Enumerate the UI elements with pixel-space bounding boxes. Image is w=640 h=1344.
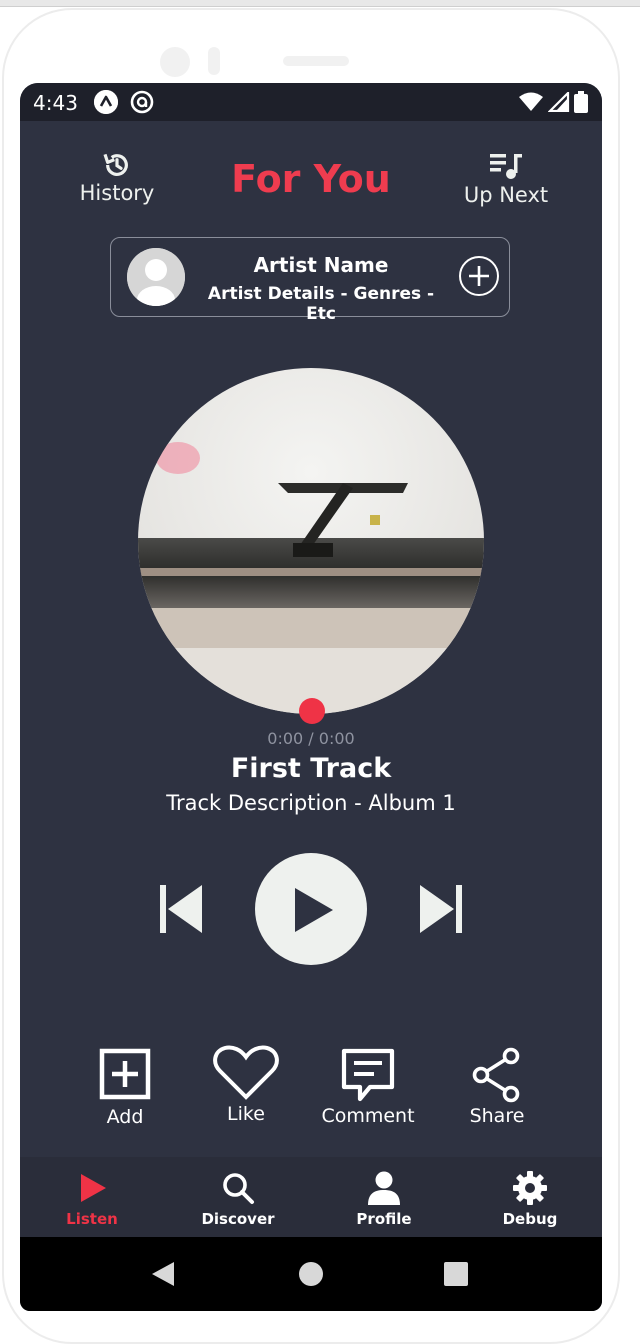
like-action[interactable]: Like [196,1045,296,1125]
skip-next-icon [420,885,462,933]
home-icon[interactable] [298,1261,324,1287]
signal-icon [548,92,570,112]
like-label: Like [227,1103,265,1125]
status-time: 4:43 [33,91,78,115]
nav-debug-label: Debug [502,1210,558,1228]
nav-debug[interactable]: Debug [470,1157,590,1237]
playback-time: 0:00 / 0:00 [267,729,355,748]
artist-card[interactable]: Artist Name Artist Details - Genres - Et… [110,237,510,324]
up-next-label: Up Next [463,183,549,207]
person-icon [368,1171,400,1205]
nav-listen[interactable]: Listen [32,1157,152,1237]
wifi-icon [519,92,543,111]
comment-label: Comment [321,1105,415,1127]
share-label: Share [469,1105,525,1127]
system-navigation-bar [20,1237,602,1311]
track-title: First Track [230,753,392,784]
nav-discover-label: Discover [201,1210,275,1228]
previous-button[interactable] [160,884,204,938]
app-screen: 4:43 History For You Up Next Artist Name… [20,83,602,1311]
status-right-icons [518,91,588,113]
artist-avatar [127,248,185,306]
follow-artist-button[interactable] [459,256,499,296]
person-avatar-icon [127,248,185,306]
earpiece-speaker [283,56,349,66]
artist-name: Artist Name [253,253,389,277]
plus-icon [469,266,489,286]
seek-thumb[interactable] [299,698,325,724]
play-button[interactable] [255,853,367,969]
back-icon[interactable] [150,1260,176,1288]
heart-icon [213,1045,279,1100]
nav-profile-label: Profile [356,1210,412,1228]
android-app-icon [94,90,118,114]
up-next-button[interactable]: Up Next [458,151,554,207]
gear-icon [513,1171,547,1205]
bottom-navigation: Listen Discover Profile Debug [20,1157,602,1237]
artist-details: Artist Details - Genres - Etc [207,284,435,324]
add-box-icon [99,1048,151,1100]
comment-icon [341,1048,395,1102]
recents-icon[interactable] [443,1261,469,1287]
window-top-edge [0,0,640,7]
album-art [138,368,484,714]
skip-previous-icon [160,885,202,933]
front-camera [160,47,190,77]
play-icon [81,1174,106,1202]
add-action[interactable]: Add [80,1048,170,1128]
queue-music-icon [490,154,522,179]
search-icon [223,1173,254,1204]
nav-discover[interactable]: Discover [178,1157,298,1237]
sensor [208,47,220,75]
track-description: Track Description - Album 1 [166,791,456,815]
at-sign-icon [130,90,154,114]
comment-action[interactable]: Comment [318,1047,418,1127]
nav-profile[interactable]: Profile [324,1157,444,1237]
status-bar: 4:43 [20,83,602,121]
nav-listen-label: Listen [66,1210,118,1228]
battery-icon [574,91,588,113]
next-button[interactable] [418,884,462,938]
share-action[interactable]: Share [452,1047,542,1127]
add-label: Add [106,1106,144,1128]
share-icon [472,1047,520,1103]
play-icon [255,853,367,965]
